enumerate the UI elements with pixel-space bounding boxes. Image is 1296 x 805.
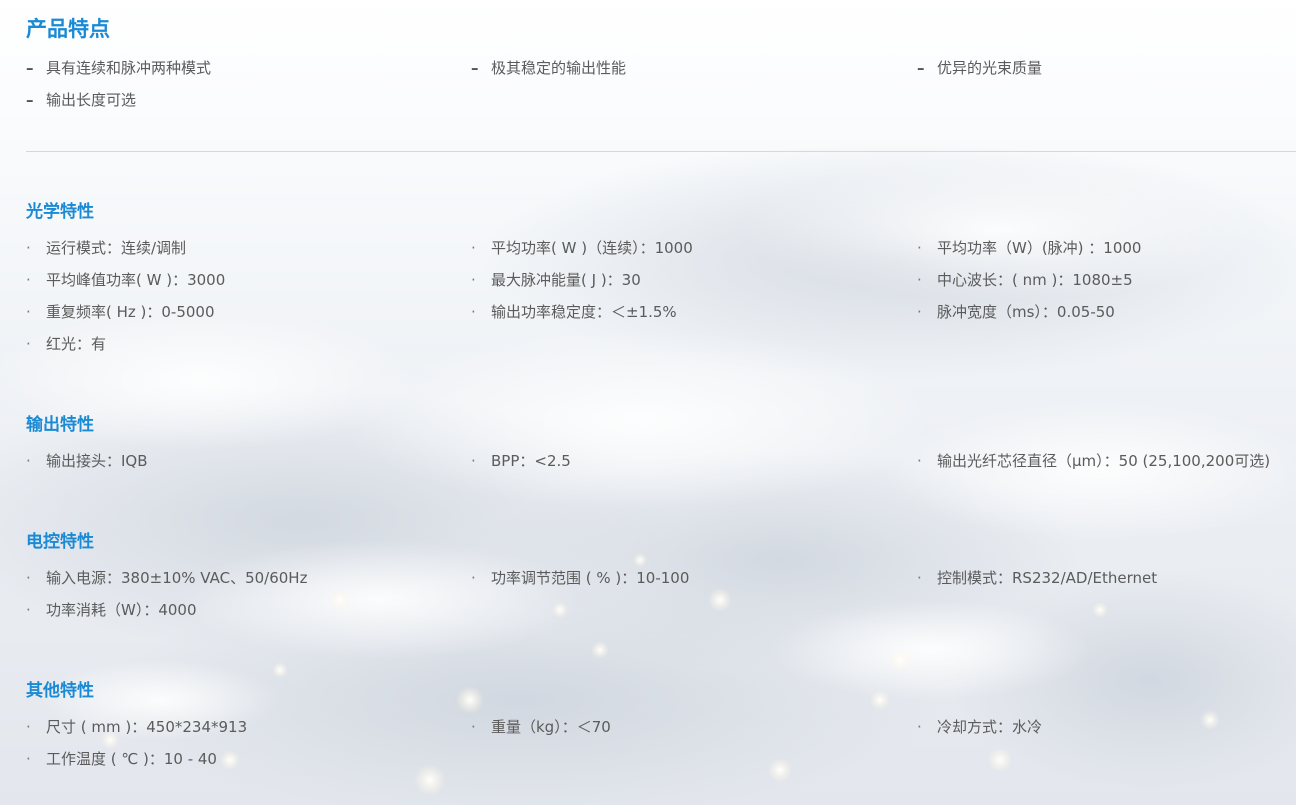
spec-text: 输出光纤芯径直径（μm）：50 (25,100,200可选) [937,452,1271,470]
dash-bullet: – [26,59,34,77]
features-title: 产品特点 [26,17,110,41]
spec-item: · 输出接头：IQB [26,451,148,471]
feature-text: 极其稳定的输出性能 [491,59,627,77]
spec-item: · 重复频率( Hz )：0-5000 [26,302,215,322]
spec-item: · 红光：有 [26,334,106,354]
spec-item: · 尺寸 ( mm )：450*234*913 [26,717,247,737]
spec-item: · 平均功率( W )（连续）：1000 [471,238,693,258]
dot-bullet: · [917,271,922,289]
dot-bullet: · [917,239,922,257]
spec-text: 脉冲宽度（ms）：0.05-50 [937,303,1115,321]
dot-bullet: · [26,750,31,768]
dot-bullet: · [26,718,31,736]
spec-text: 重量（kg）：＜70 [491,718,611,736]
spec-item: · 运行模式：连续/调制 [26,238,186,258]
dot-bullet: · [471,239,476,257]
earth-night-background-image [0,0,1296,805]
dash-bullet: – [471,59,479,77]
feature-item: – 输出长度可选 [26,90,136,110]
spec-item: · 功率消耗（W）：4000 [26,600,197,620]
spec-text: 输出接头：IQB [46,452,148,470]
spec-text: 中心波长：( nm )：1080±5 [937,271,1133,289]
spec-item: · 中心波长：( nm )：1080±5 [917,270,1133,290]
spec-text: 工作温度 ( ℃ )：10 - 40 [46,750,217,768]
dot-bullet: · [26,601,31,619]
spec-item: · 控制模式：RS232/AD/Ethernet [917,568,1157,588]
dot-bullet: · [26,335,31,353]
feature-item: – 具有连续和脉冲两种模式 [26,58,211,78]
spec-text: 红光：有 [46,335,107,353]
feature-text: 优异的光束质量 [937,59,1043,77]
section-divider [26,151,1296,152]
spec-text: 功率消耗（W）：4000 [46,601,197,619]
dot-bullet: · [26,303,31,321]
spec-item: · 工作温度 ( ℃ )：10 - 40 [26,749,217,769]
dot-bullet: · [471,569,476,587]
dot-bullet: · [26,239,31,257]
dot-bullet: · [917,569,922,587]
feature-item: – 极其稳定的输出性能 [471,58,626,78]
spec-item: · 输入电源：380±10% VAC、50/60Hz [26,568,307,588]
spec-item: · 输出功率稳定度：＜±1.5% [471,302,677,322]
spec-text: 冷却方式：水冷 [937,718,1043,736]
spec-text: BPP：<2.5 [491,452,571,470]
spec-text: 平均功率( W )（连续）：1000 [491,239,693,257]
spec-text: 平均功率（W）(脉冲) ：1000 [937,239,1142,257]
dot-bullet: · [26,452,31,470]
optical-title: 光学特性 [26,202,94,222]
spec-item: · BPP：<2.5 [471,451,571,471]
output-title: 输出特性 [26,415,94,435]
dash-bullet: – [917,59,925,77]
feature-item: – 优异的光束质量 [917,58,1042,78]
feature-text: 输出长度可选 [46,91,137,109]
spec-item: · 平均峰值功率( W )：3000 [26,270,225,290]
spec-item: · 最大脉冲能量( J )：30 [471,270,641,290]
spec-item: · 平均功率（W）(脉冲) ：1000 [917,238,1141,258]
dot-bullet: · [917,452,922,470]
dot-bullet: · [917,718,922,736]
spec-text: 最大脉冲能量( J )：30 [491,271,641,289]
feature-text: 具有连续和脉冲两种模式 [46,59,212,77]
spec-text: 输入电源：380±10% VAC、50/60Hz [46,569,308,587]
dot-bullet: · [26,271,31,289]
electrical-title: 电控特性 [26,532,94,552]
spec-text: 平均峰值功率( W )：3000 [46,271,226,289]
spec-item: · 冷却方式：水冷 [917,717,1042,737]
spec-text: 运行模式：连续/调制 [46,239,187,257]
dot-bullet: · [917,303,922,321]
other-title: 其他特性 [26,681,94,701]
spec-text: 尺寸 ( mm )：450*234*913 [46,718,248,736]
dot-bullet: · [471,718,476,736]
spec-text: 功率调节范围 ( % )：10-100 [491,569,690,587]
dot-bullet: · [471,271,476,289]
spec-item: · 重量（kg）：＜70 [471,717,611,737]
spec-item: · 功率调节范围 ( % )：10-100 [471,568,689,588]
spec-item: · 输出光纤芯径直径（μm）：50 (25,100,200可选) [917,451,1270,471]
spec-text: 输出功率稳定度：＜±1.5% [491,303,677,321]
dot-bullet: · [471,303,476,321]
dot-bullet: · [26,569,31,587]
dot-bullet: · [471,452,476,470]
dash-bullet: – [26,91,34,109]
spec-item: · 脉冲宽度（ms）：0.05-50 [917,302,1115,322]
spec-text: 重复频率( Hz )：0-5000 [46,303,215,321]
spec-text: 控制模式：RS232/AD/Ethernet [937,569,1158,587]
